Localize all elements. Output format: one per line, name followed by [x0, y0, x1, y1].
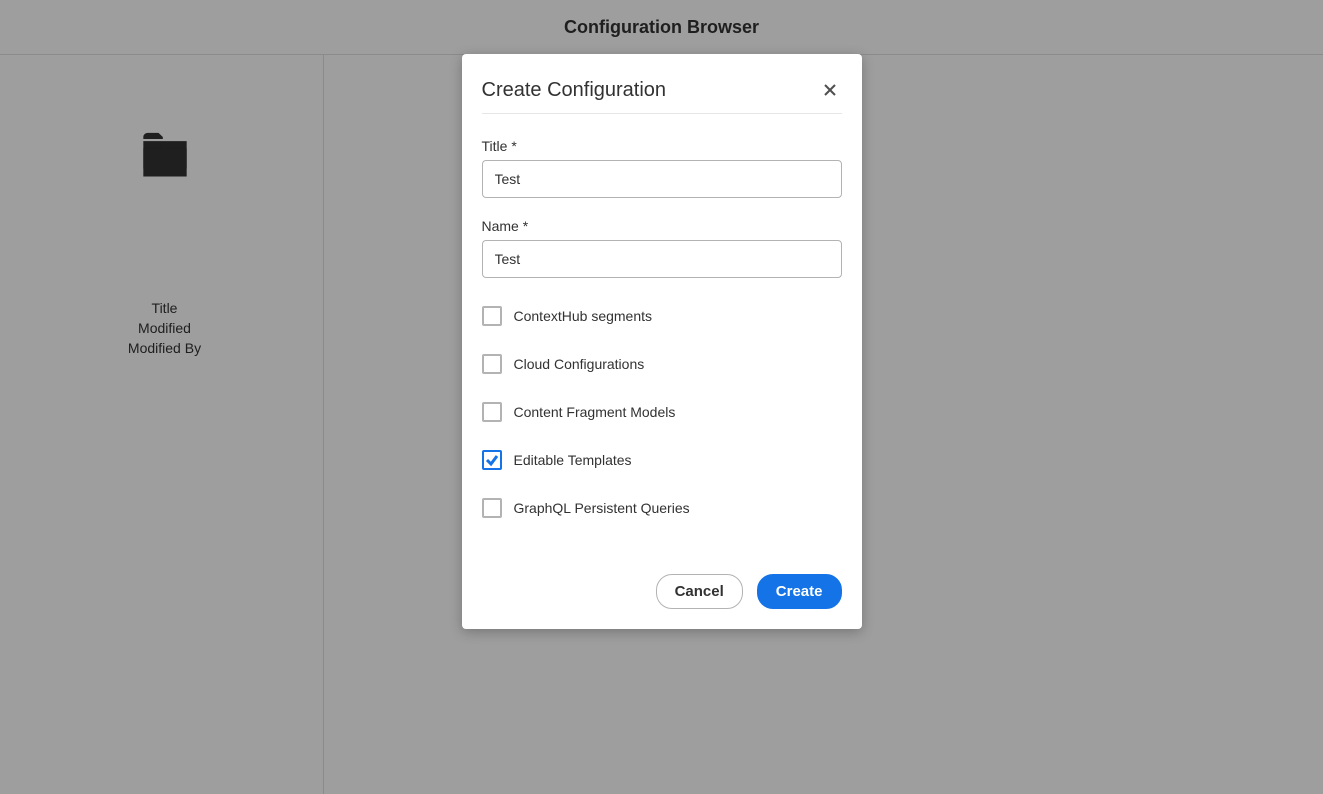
name-field: Name * — [482, 218, 842, 278]
option-label: GraphQL Persistent Queries — [514, 500, 690, 516]
option-cloud-configurations[interactable]: Cloud Configurations — [482, 354, 842, 374]
option-label: Editable Templates — [514, 452, 632, 468]
close-button[interactable] — [818, 78, 842, 102]
option-label: ContextHub segments — [514, 308, 653, 324]
option-editable-templates[interactable]: Editable Templates — [482, 450, 842, 470]
title-label: Title * — [482, 138, 842, 154]
option-graphql-persistent-queries[interactable]: GraphQL Persistent Queries — [482, 498, 842, 518]
dialog-header: Create Configuration — [462, 54, 862, 114]
option-content-fragment-models[interactable]: Content Fragment Models — [482, 402, 842, 422]
title-field: Title * — [482, 138, 842, 198]
checkbox[interactable] — [482, 306, 502, 326]
title-input[interactable] — [482, 160, 842, 198]
modal-overlay: Create Configuration Title * Name * — [0, 0, 1323, 794]
checkbox[interactable] — [482, 402, 502, 422]
close-icon — [824, 84, 836, 96]
checkbox[interactable] — [482, 450, 502, 470]
option-contexthub-segments[interactable]: ContextHub segments — [482, 306, 842, 326]
dialog-body: Title * Name * ContextHub segments Cloud… — [462, 114, 862, 538]
name-input[interactable] — [482, 240, 842, 278]
option-label: Content Fragment Models — [514, 404, 676, 420]
name-label: Name * — [482, 218, 842, 234]
dialog-footer: Cancel Create — [462, 538, 862, 629]
create-configuration-dialog: Create Configuration Title * Name * — [462, 54, 862, 629]
cancel-button[interactable]: Cancel — [656, 574, 743, 609]
checkbox[interactable] — [482, 354, 502, 374]
create-button[interactable]: Create — [757, 574, 842, 609]
option-label: Cloud Configurations — [514, 356, 645, 372]
checkbox[interactable] — [482, 498, 502, 518]
dialog-title: Create Configuration — [482, 79, 667, 102]
